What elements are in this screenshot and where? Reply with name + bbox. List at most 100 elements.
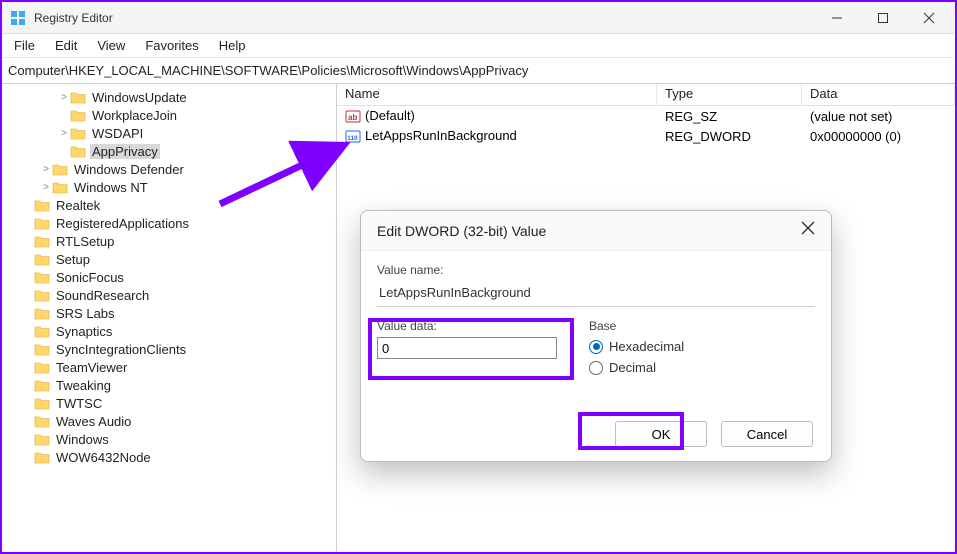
- list-body[interactable]: ab(Default)REG_SZ(value not set) 110 LetAp…: [337, 106, 955, 146]
- folder-icon: [34, 306, 50, 320]
- radio-hex-label: Hexadecimal: [609, 339, 684, 354]
- column-type[interactable]: Type: [657, 84, 802, 105]
- tree-item-label: WSDAPI: [90, 126, 145, 141]
- maximize-button[interactable]: [869, 4, 897, 32]
- folder-icon: [34, 378, 50, 392]
- value-data: (value not set): [802, 109, 955, 124]
- value-name-field: LetAppsRunInBackground: [377, 281, 815, 307]
- close-button[interactable]: [915, 4, 943, 32]
- menu-view[interactable]: View: [89, 36, 133, 55]
- base-label: Base: [589, 319, 815, 333]
- tree-item[interactable]: > Windows NT: [4, 178, 334, 196]
- ok-button[interactable]: OK: [615, 421, 707, 447]
- tree-pane[interactable]: >WindowsUpdate WorkplaceJoin > WSDAPI AppPri…: [2, 84, 337, 552]
- list-row[interactable]: 110 LetAppsRunInBackground REG_DWORD0x0000…: [337, 126, 955, 146]
- cancel-button[interactable]: Cancel: [721, 421, 813, 447]
- radio-dec-label: Decimal: [609, 360, 656, 375]
- radio-hexadecimal[interactable]: Hexadecimal: [589, 339, 815, 354]
- folder-icon: [34, 270, 50, 284]
- folder-icon: [34, 216, 50, 230]
- menu-file[interactable]: File: [6, 36, 43, 55]
- tree-item-label: SRS Labs: [54, 306, 117, 321]
- tree-item-label: AppPrivacy: [90, 144, 160, 159]
- tree-item-label: WOW6432Node: [54, 450, 153, 465]
- tree-item[interactable]: Synaptics: [4, 322, 334, 340]
- svg-text:ab: ab: [348, 113, 357, 122]
- column-data[interactable]: Data: [802, 84, 955, 105]
- menu-edit[interactable]: Edit: [47, 36, 85, 55]
- tree-item[interactable]: > WSDAPI: [4, 124, 334, 142]
- tree-item-label: SyncIntegrationClients: [54, 342, 188, 357]
- folder-icon: [52, 162, 68, 176]
- dialog-body: Value name: LetAppsRunInBackground Value…: [361, 251, 831, 381]
- tree-item-label: RegisteredApplications: [54, 216, 191, 231]
- value-data: 0x00000000 (0): [802, 129, 955, 144]
- titlebar: Registry Editor: [2, 2, 955, 34]
- tree-item[interactable]: Tweaking: [4, 376, 334, 394]
- value-name-label: Value name:: [377, 263, 815, 277]
- folder-icon: [34, 450, 50, 464]
- folder-icon: [34, 252, 50, 266]
- tree-item-label: Windows NT: [72, 180, 150, 195]
- expand-icon[interactable]: >: [40, 182, 52, 193]
- folder-icon: [70, 144, 86, 158]
- expand-icon[interactable]: >: [58, 92, 70, 103]
- tree-item-label: RTLSetup: [54, 234, 116, 249]
- tree-item[interactable]: SRS Labs: [4, 304, 334, 322]
- tree-item[interactable]: Waves Audio: [4, 412, 334, 430]
- tree-item[interactable]: TeamViewer: [4, 358, 334, 376]
- column-name[interactable]: Name: [337, 84, 657, 105]
- dialog-close-button[interactable]: [801, 221, 815, 240]
- tree-item[interactable]: RTLSetup: [4, 232, 334, 250]
- folder-icon: [70, 90, 86, 104]
- value-name: LetAppsRunInBackground: [365, 128, 517, 143]
- tree-item[interactable]: SoundResearch: [4, 286, 334, 304]
- tree-item[interactable]: RegisteredApplications: [4, 214, 334, 232]
- window-title: Registry Editor: [34, 11, 823, 25]
- tree-item-label: Synaptics: [54, 324, 114, 339]
- regedit-icon: [10, 10, 26, 26]
- radio-decimal[interactable]: Decimal: [589, 360, 815, 375]
- tree-item[interactable]: WOW6432Node: [4, 448, 334, 466]
- folder-icon: [34, 324, 50, 338]
- list-row[interactable]: ab(Default)REG_SZ(value not set): [337, 106, 955, 126]
- tree-item-label: Realtek: [54, 198, 102, 213]
- menu-help[interactable]: Help: [211, 36, 254, 55]
- tree-item-label: Tweaking: [54, 378, 113, 393]
- tree-item-label: SonicFocus: [54, 270, 126, 285]
- tree-item-label: Windows Defender: [72, 162, 186, 177]
- tree-item[interactable]: TWTSC: [4, 394, 334, 412]
- menu-favorites[interactable]: Favorites: [137, 36, 206, 55]
- dword-value-icon: 110: [345, 128, 361, 144]
- tree-item[interactable]: SyncIntegrationClients: [4, 340, 334, 358]
- folder-icon: [34, 360, 50, 374]
- tree-item[interactable]: >WindowsUpdate: [4, 88, 334, 106]
- dialog-buttons: OK Cancel: [615, 421, 813, 447]
- tree-item-label: WorkplaceJoin: [90, 108, 179, 123]
- expand-icon[interactable]: >: [58, 128, 70, 139]
- tree-item[interactable]: SonicFocus: [4, 268, 334, 286]
- tree-item[interactable]: AppPrivacy: [4, 142, 334, 160]
- folder-icon: [34, 288, 50, 302]
- folder-icon: [34, 414, 50, 428]
- window-controls: [823, 4, 943, 32]
- expand-icon[interactable]: >: [40, 164, 52, 175]
- tree-item[interactable]: Realtek: [4, 196, 334, 214]
- tree-item-label: Windows: [54, 432, 111, 447]
- tree-item[interactable]: WorkplaceJoin: [4, 106, 334, 124]
- value-type: REG_DWORD: [657, 129, 802, 144]
- tree-item[interactable]: Windows: [4, 430, 334, 448]
- folder-icon: [70, 108, 86, 122]
- value-data-input[interactable]: [377, 337, 557, 359]
- radio-icon: [589, 361, 603, 375]
- tree-item[interactable]: Setup: [4, 250, 334, 268]
- string-value-icon: ab: [345, 108, 361, 124]
- radio-icon: [589, 340, 603, 354]
- address-bar[interactable]: Computer\HKEY_LOCAL_MACHINE\SOFTWARE\Pol…: [2, 58, 955, 84]
- folder-icon: [34, 234, 50, 248]
- minimize-button[interactable]: [823, 4, 851, 32]
- folder-icon: [34, 342, 50, 356]
- tree-item-label: Setup: [54, 252, 92, 267]
- tree-item[interactable]: > Windows Defender: [4, 160, 334, 178]
- value-type: REG_SZ: [657, 109, 802, 124]
